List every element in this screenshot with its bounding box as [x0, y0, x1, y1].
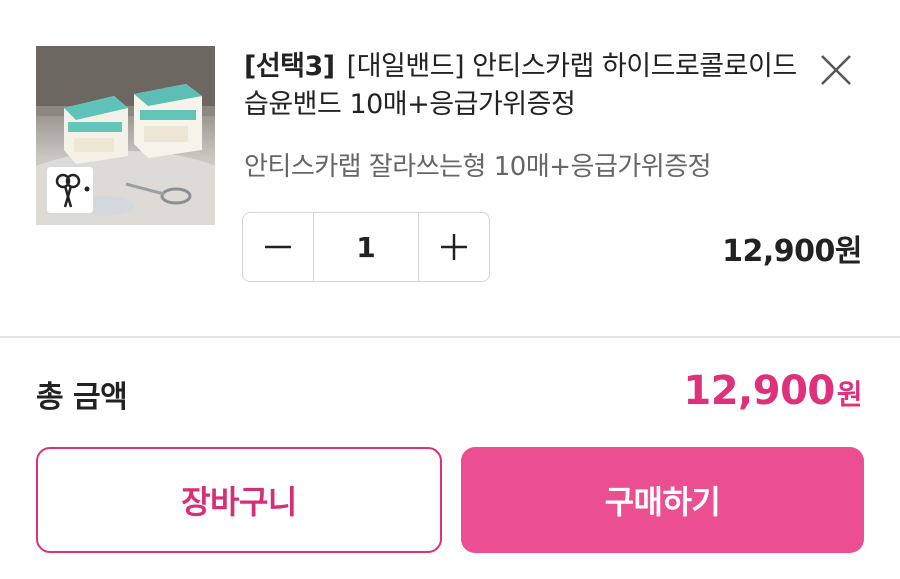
- quantity-stepper: 1: [242, 212, 490, 282]
- minus-icon: [265, 245, 291, 249]
- increase-quantity-button[interactable]: [419, 213, 489, 281]
- plus-icon: [441, 234, 467, 260]
- purchase-sheet: [선택3] [대일밴드] 안티스카랩 하이드로콜로이드 습윤밴드 10매+응급가위…: [0, 0, 900, 579]
- close-icon: [821, 55, 851, 85]
- total-label: 총 금액: [36, 380, 128, 415]
- buy-now-button[interactable]: 구매하기: [461, 447, 864, 553]
- total-amount: 12,900원: [683, 368, 862, 414]
- quantity-value[interactable]: 1: [313, 213, 419, 281]
- total-amount-unit: 원: [836, 378, 863, 411]
- product-item: [선택3] [대일밴드] 안티스카랩 하이드로콜로이드 습윤밴드 10매+응급가위…: [0, 0, 900, 336]
- add-to-cart-button[interactable]: 장바구니: [36, 447, 442, 553]
- decrease-quantity-button[interactable]: [243, 213, 313, 281]
- selected-option: 안티스카랩 잘라쓰는형 10매+응급가위증정: [244, 152, 712, 182]
- close-button[interactable]: [816, 50, 856, 90]
- scissors-icon: [46, 166, 94, 214]
- item-price: 12,900원: [722, 234, 862, 269]
- divider: [0, 336, 900, 338]
- total-amount-value: 12,900: [683, 368, 835, 414]
- product-title: [선택3] [대일밴드] 안티스카랩 하이드로콜로이드 습윤밴드 10매+응급가위…: [244, 48, 804, 124]
- option-tag: [선택3]: [244, 51, 335, 82]
